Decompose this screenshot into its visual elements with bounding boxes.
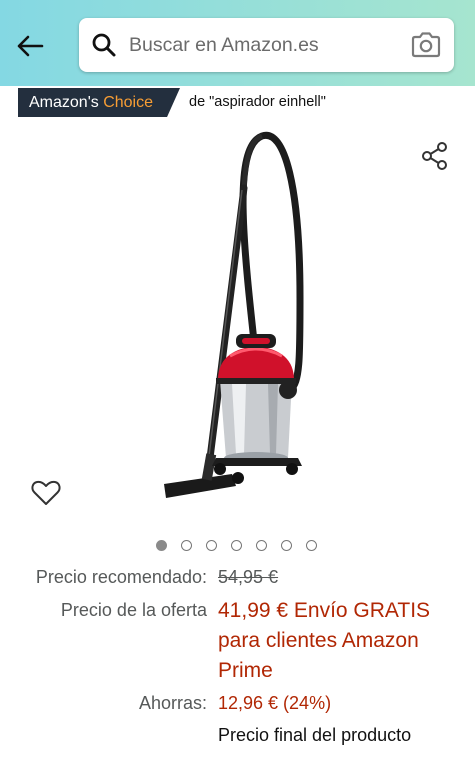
carousel-dot-7[interactable] [306, 540, 317, 551]
recommended-price-value: 54,95 € [218, 567, 279, 587]
recommended-price-label: Precio recomendado: [35, 567, 207, 587]
badge-query-text: de "aspirador einhell" [189, 94, 326, 110]
search-input[interactable] [129, 33, 399, 57]
amazons-choice-row: Amazon's Choice de "aspirador einhell" [0, 88, 475, 118]
badge-amazons-text: Amazon's [29, 93, 99, 111]
search-bar[interactable] [79, 18, 454, 72]
top-header [0, 0, 475, 86]
savings-value: 12,96 € (24%) [218, 693, 332, 713]
heart-icon[interactable] [30, 477, 62, 509]
carousel-dot-5[interactable] [256, 540, 267, 551]
back-arrow-icon [17, 35, 44, 57]
image-carousel-dots [0, 538, 475, 556]
carousel-dot-4[interactable] [231, 540, 242, 551]
offer-price-value: 41,99 € Envío GRATIS para clientes Amazo… [218, 599, 431, 682]
product-image[interactable] [150, 128, 330, 518]
carousel-dot-2[interactable] [181, 540, 192, 551]
share-icon[interactable] [419, 140, 451, 172]
final-price-note: Precio final del producto [218, 725, 412, 745]
search-icon [91, 32, 117, 58]
carousel-dot-1[interactable] [156, 540, 167, 551]
badge-choice-text: Choice [103, 93, 154, 111]
back-button[interactable] [10, 26, 50, 66]
savings-label: Ahorras: [138, 693, 207, 713]
carousel-dot-6[interactable] [281, 540, 292, 551]
camera-icon[interactable] [410, 31, 442, 59]
carousel-dot-3[interactable] [206, 540, 217, 551]
amazons-choice-badge[interactable]: Amazon's Choice [18, 88, 180, 117]
offer-price-label: Precio de la oferta [60, 600, 207, 620]
